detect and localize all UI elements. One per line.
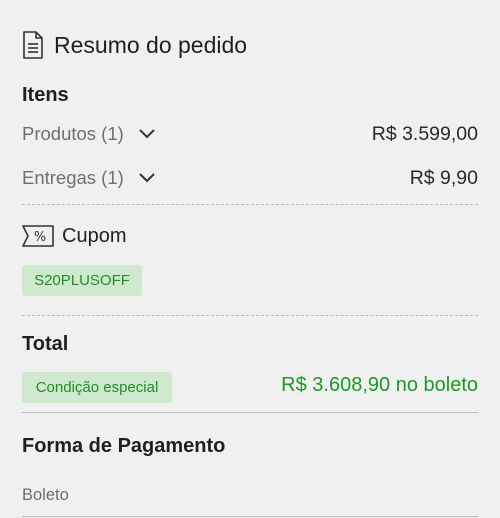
payment-method: Boleto xyxy=(22,486,69,504)
total-heading: Total xyxy=(22,333,69,355)
special-condition-badge: Condição especial xyxy=(22,372,172,403)
payment-heading: Forma de Pagamento xyxy=(22,435,226,457)
total-price: R$ 3.608,90 no boleto xyxy=(281,374,478,396)
coupon-header: % Cupom xyxy=(22,222,126,250)
shipping-label: Entregas (1) xyxy=(22,167,124,188)
svg-text:%: % xyxy=(34,230,46,245)
order-summary-header: Resumo do pedido xyxy=(22,28,247,62)
divider xyxy=(22,516,478,517)
page-title: Resumo do pedido xyxy=(54,31,248,58)
items-heading: Itens xyxy=(22,84,69,106)
coupon-code-badge: S20PLUSOFF xyxy=(22,265,142,296)
products-price: R$ 3.599,00 xyxy=(371,122,478,145)
shipping-price: R$ 9,90 xyxy=(409,166,478,189)
divider xyxy=(22,412,478,413)
chevron-down-icon[interactable] xyxy=(138,172,156,184)
coupon-icon: % xyxy=(22,225,54,247)
products-label: Produtos (1) xyxy=(22,123,124,144)
divider xyxy=(22,204,478,205)
shipping-row[interactable]: Entregas (1) R$ 9,90 xyxy=(22,164,478,192)
divider xyxy=(22,315,478,316)
coupon-heading: Cupom xyxy=(62,224,127,247)
chevron-down-icon[interactable] xyxy=(138,128,156,140)
document-icon xyxy=(22,31,44,59)
products-row[interactable]: Produtos (1) R$ 3.599,00 xyxy=(22,120,478,148)
